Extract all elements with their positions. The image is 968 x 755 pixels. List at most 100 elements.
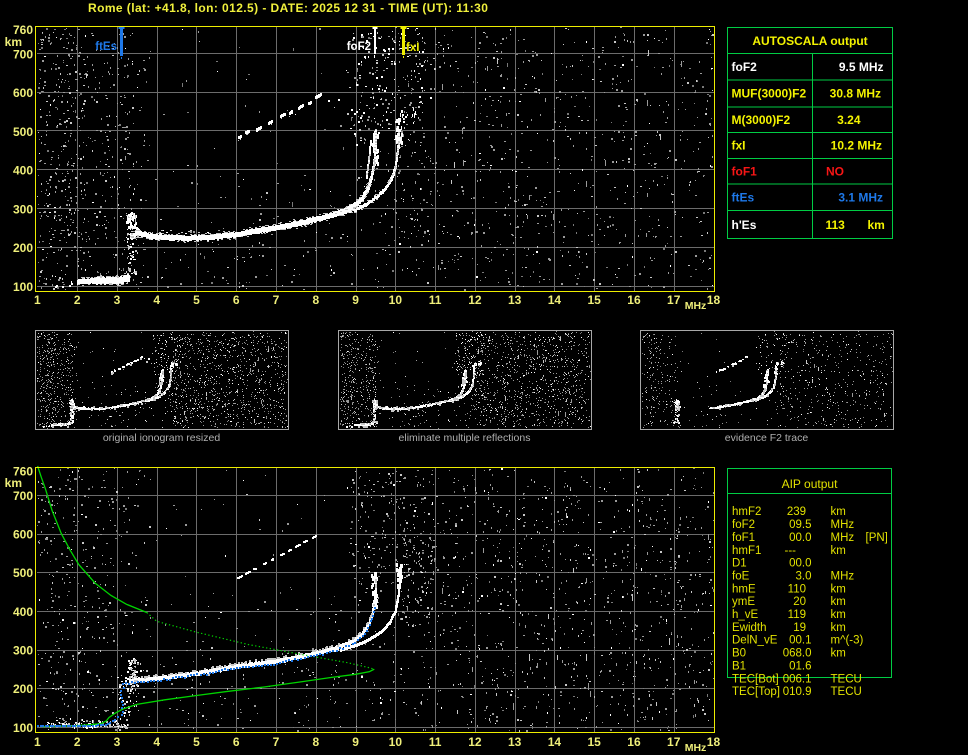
svg-text:239: 239 bbox=[787, 506, 806, 518]
svg-text:200: 200 bbox=[13, 682, 33, 696]
svg-text:16: 16 bbox=[627, 735, 641, 749]
svg-text:4: 4 bbox=[153, 293, 160, 307]
svg-text:original ionogram resized: original ionogram resized bbox=[103, 432, 220, 444]
svg-text:[PN]: [PN] bbox=[866, 532, 888, 544]
svg-text:400: 400 bbox=[13, 164, 33, 178]
svg-text:16: 16 bbox=[627, 293, 641, 307]
svg-text:ftEs: ftEs bbox=[95, 41, 117, 53]
svg-text:eliminate multiple reflections: eliminate multiple reflections bbox=[399, 432, 531, 444]
svg-text:500: 500 bbox=[13, 125, 33, 139]
svg-text:300: 300 bbox=[13, 202, 33, 216]
svg-text:01.6: 01.6 bbox=[789, 660, 811, 672]
svg-text:8: 8 bbox=[312, 293, 319, 307]
svg-text:hmF2: hmF2 bbox=[732, 506, 761, 518]
svg-text:119: 119 bbox=[788, 609, 806, 621]
svg-text:MHz: MHz bbox=[685, 300, 707, 312]
svg-text:foF2: foF2 bbox=[732, 519, 755, 531]
svg-text:D1: D1 bbox=[732, 558, 747, 570]
svg-text:h'Es: h'Es bbox=[732, 218, 757, 232]
svg-text:09.5: 09.5 bbox=[789, 519, 811, 531]
svg-text:7: 7 bbox=[273, 293, 280, 307]
svg-text:B1: B1 bbox=[732, 660, 746, 672]
svg-text:700: 700 bbox=[13, 489, 33, 503]
svg-text:MUF(3000)F2: MUF(3000)F2 bbox=[732, 87, 807, 101]
svg-text:TEC[Bot]: TEC[Bot] bbox=[732, 673, 779, 685]
svg-text:foF2: foF2 bbox=[732, 60, 758, 74]
svg-text:B0: B0 bbox=[732, 648, 746, 660]
svg-text:010.9: 010.9 bbox=[783, 686, 812, 698]
svg-text:1: 1 bbox=[34, 293, 41, 307]
svg-text:TEC[Top]: TEC[Top] bbox=[732, 686, 780, 698]
svg-text:MHz: MHz bbox=[831, 519, 855, 531]
svg-text:fxI: fxI bbox=[732, 139, 746, 153]
svg-text:foF1: foF1 bbox=[732, 164, 758, 178]
svg-text:MHz: MHz bbox=[831, 570, 855, 582]
svg-text:1: 1 bbox=[34, 735, 41, 749]
svg-text:10: 10 bbox=[389, 735, 403, 749]
svg-text:3.0: 3.0 bbox=[796, 570, 812, 582]
svg-text:Ewidth: Ewidth bbox=[732, 622, 767, 634]
svg-text:AIP output: AIP output bbox=[782, 477, 838, 491]
svg-text:2: 2 bbox=[74, 735, 81, 749]
svg-text:9.5 MHz: 9.5 MHz bbox=[839, 60, 884, 74]
svg-text:8: 8 bbox=[312, 735, 319, 749]
svg-text:12: 12 bbox=[468, 293, 482, 307]
svg-text:m^(-3): m^(-3) bbox=[831, 635, 864, 647]
svg-text:600: 600 bbox=[13, 528, 33, 542]
svg-text:20: 20 bbox=[793, 596, 806, 608]
svg-text:700: 700 bbox=[13, 48, 33, 62]
svg-text:Rome (lat: +41.8, lon: 012.5): Rome (lat: +41.8, lon: 012.5) - DATE: 20… bbox=[88, 1, 488, 15]
svg-text:3: 3 bbox=[114, 293, 121, 307]
svg-text:30.8 MHz: 30.8 MHz bbox=[830, 87, 881, 101]
svg-text:17: 17 bbox=[667, 735, 681, 749]
svg-text:068.0: 068.0 bbox=[783, 648, 812, 660]
svg-text:foF1: foF1 bbox=[732, 532, 755, 544]
svg-text:13: 13 bbox=[508, 735, 522, 749]
svg-text:10: 10 bbox=[389, 293, 403, 307]
svg-text:10.2 MHz: 10.2 MHz bbox=[831, 139, 882, 153]
svg-text:km: km bbox=[831, 583, 846, 595]
svg-text:M(3000)F2: M(3000)F2 bbox=[732, 113, 791, 127]
svg-text:TECU: TECU bbox=[831, 673, 862, 685]
svg-text:18: 18 bbox=[707, 735, 721, 749]
svg-text:---: --- bbox=[785, 545, 797, 557]
svg-text:ftEs: ftEs bbox=[732, 191, 755, 205]
svg-text:00.0: 00.0 bbox=[789, 532, 811, 544]
svg-text:h_vE: h_vE bbox=[732, 609, 759, 621]
svg-text:200: 200 bbox=[13, 241, 33, 255]
svg-text:400: 400 bbox=[13, 605, 33, 619]
svg-text:ymE: ymE bbox=[732, 596, 755, 608]
svg-text:2: 2 bbox=[74, 293, 81, 307]
svg-text:11: 11 bbox=[429, 735, 442, 749]
svg-text:9: 9 bbox=[352, 735, 359, 749]
svg-text:km: km bbox=[831, 648, 846, 660]
svg-text:17: 17 bbox=[667, 293, 681, 307]
svg-text:600: 600 bbox=[13, 86, 33, 100]
svg-text:14: 14 bbox=[548, 293, 562, 307]
svg-text:fxI: fxI bbox=[406, 42, 419, 54]
svg-text:00.1: 00.1 bbox=[789, 635, 811, 647]
svg-text:km: km bbox=[831, 596, 846, 608]
svg-text:hmF1: hmF1 bbox=[732, 545, 761, 557]
svg-text:14: 14 bbox=[548, 735, 562, 749]
svg-text:TECU: TECU bbox=[831, 686, 862, 698]
svg-text:evidence F2 trace: evidence F2 trace bbox=[725, 432, 809, 444]
svg-text:MHz: MHz bbox=[685, 742, 707, 754]
svg-text:100: 100 bbox=[13, 721, 33, 735]
svg-text:3.1 MHz: 3.1 MHz bbox=[838, 191, 883, 205]
svg-text:13: 13 bbox=[508, 293, 522, 307]
svg-text:6: 6 bbox=[233, 735, 240, 749]
svg-text:AUTOSCALA output: AUTOSCALA output bbox=[752, 34, 867, 48]
svg-text:km: km bbox=[831, 609, 846, 621]
svg-text:15: 15 bbox=[588, 735, 602, 749]
svg-text:5: 5 bbox=[193, 735, 200, 749]
svg-text:MHz: MHz bbox=[831, 532, 855, 544]
svg-text:5: 5 bbox=[193, 293, 200, 307]
svg-text:19: 19 bbox=[793, 622, 806, 634]
svg-text:foE: foE bbox=[732, 570, 750, 582]
svg-text:113: 113 bbox=[826, 218, 846, 232]
svg-text:300: 300 bbox=[13, 644, 33, 658]
svg-text:km: km bbox=[831, 622, 846, 634]
svg-text:km: km bbox=[831, 545, 846, 557]
svg-text:3: 3 bbox=[114, 735, 121, 749]
